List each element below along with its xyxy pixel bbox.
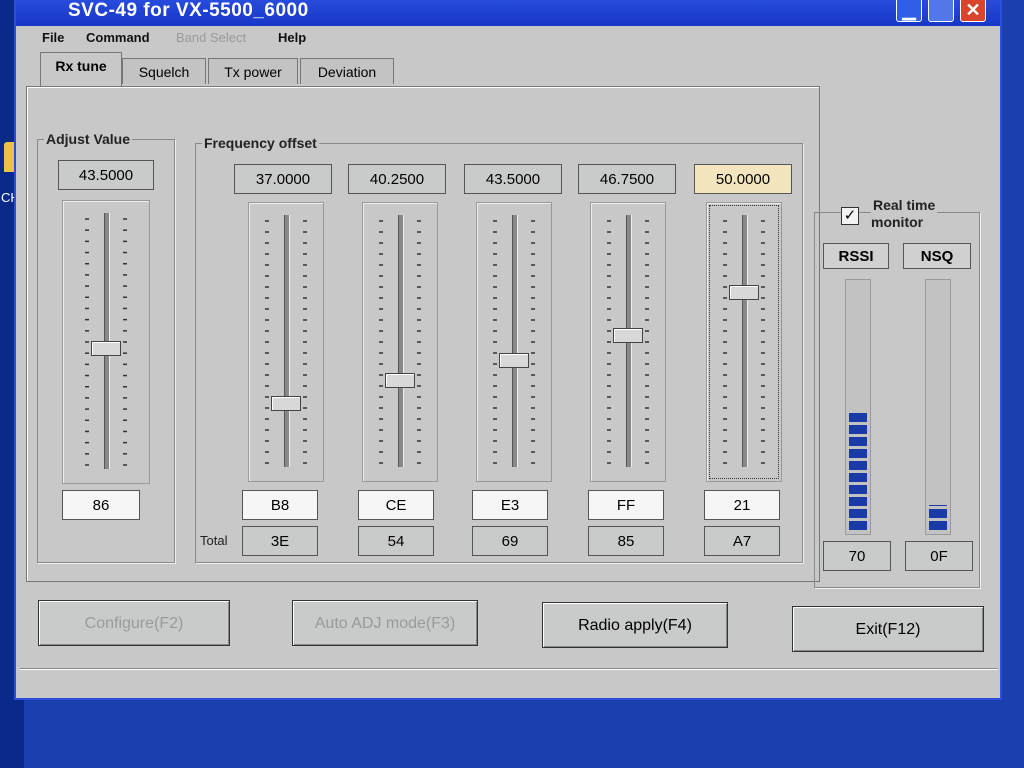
realtime-monitor-label-line2: monitor	[871, 214, 924, 230]
channel-4-total: 85	[588, 526, 664, 556]
slider-thumb[interactable]	[613, 327, 643, 343]
slider-track	[398, 215, 404, 467]
channel-1-frequency: 37.0000	[234, 164, 332, 194]
slider-ticks-left	[493, 220, 497, 464]
menu-command[interactable]: Command	[86, 30, 150, 45]
adjust-value-group: Adjust Value 43.5000 86	[37, 131, 175, 563]
slider-ticks-left	[85, 218, 89, 466]
channel-5-frequency: 50.0000	[694, 164, 792, 194]
channel-2-total: 54	[358, 526, 434, 556]
window-title: SVC-49 for VX-5500_6000	[68, 0, 309, 21]
slider-ticks-right	[761, 220, 765, 464]
slider-ticks-left	[723, 220, 727, 464]
slider-thumb[interactable]	[499, 353, 529, 369]
slider-ticks-right	[531, 220, 535, 464]
channel-1-total: 3E	[242, 526, 318, 556]
channel-4-hex: FF	[588, 490, 664, 520]
tab-rx-tune[interactable]: Rx tune	[40, 52, 122, 86]
tab-squelch[interactable]: Squelch	[122, 58, 206, 84]
channel-3-frequency: 43.5000	[464, 164, 562, 194]
status-bar	[20, 668, 998, 695]
rssi-meter-fill	[849, 412, 867, 530]
adjust-value-title: Adjust Value	[44, 131, 133, 147]
exit-button[interactable]: Exit(F12)	[792, 606, 984, 652]
adjust-value-display: 43.5000	[58, 160, 154, 190]
frequency-offset-group: Frequency offset 37.0000 40.2500 43.5000…	[195, 135, 803, 563]
menu-help[interactable]: Help	[278, 30, 306, 45]
maximize-button	[928, 0, 954, 22]
tab-tx-power[interactable]: Tx power	[208, 58, 298, 84]
configure-button: Configure(F2)	[38, 600, 230, 646]
channel-5-hex: 21	[704, 490, 780, 520]
slider-ticks-left	[607, 220, 611, 464]
rssi-meter	[845, 279, 871, 535]
channel-4-slider[interactable]	[590, 202, 666, 482]
slider-ticks-right	[303, 220, 307, 464]
app-window: SVC-49 for VX-5500_6000 ▁ ✕ File Command…	[14, 0, 1002, 700]
frequency-offset-title: Frequency offset	[202, 135, 319, 151]
channel-1-hex: B8	[242, 490, 318, 520]
nsq-label: NSQ	[903, 243, 971, 269]
channel-3-slider[interactable]	[476, 202, 552, 482]
slider-track	[512, 215, 518, 467]
auto-adj-mode-button: Auto ADJ mode(F3)	[292, 600, 478, 646]
channel-2-slider[interactable]	[362, 202, 438, 482]
close-button[interactable]: ✕	[960, 0, 986, 22]
channel-5-total: A7	[704, 526, 780, 556]
channel-3-total: 69	[472, 526, 548, 556]
menu-file[interactable]: File	[42, 30, 64, 45]
adjust-value-hex: 86	[62, 490, 140, 520]
slider-ticks-right	[123, 218, 127, 466]
realtime-monitor-checkbox[interactable]: ✓	[841, 207, 859, 225]
slider-thumb[interactable]	[729, 285, 759, 301]
rx-tune-panel: Adjust Value 43.5000 86 Frequency offset…	[26, 86, 820, 582]
channel-2-hex: CE	[358, 490, 434, 520]
nsq-meter-fill	[929, 505, 947, 530]
nsq-value: 0F	[905, 541, 973, 571]
channel-2-frequency: 40.2500	[348, 164, 446, 194]
slider-ticks-left	[265, 220, 269, 464]
slider-track	[742, 215, 748, 467]
slider-ticks-right	[417, 220, 421, 464]
radio-apply-button[interactable]: Radio apply(F4)	[542, 602, 728, 648]
channel-3-hex: E3	[472, 490, 548, 520]
realtime-monitor-group: ✓ Real time monitor RSSI NSQ 70 0F	[814, 197, 980, 588]
title-bar[interactable]: SVC-49 for VX-5500_6000 ▁ ✕	[16, 0, 1000, 26]
slider-thumb[interactable]	[385, 373, 415, 389]
channel-4-frequency: 46.7500	[578, 164, 676, 194]
tab-deviation[interactable]: Deviation	[300, 58, 394, 84]
adjust-value-slider[interactable]	[62, 200, 150, 484]
channel-1-slider[interactable]	[248, 202, 324, 482]
channel-5-slider[interactable]	[706, 202, 782, 482]
slider-track	[284, 215, 290, 467]
slider-thumb[interactable]	[271, 396, 301, 411]
rssi-value: 70	[823, 541, 891, 571]
slider-thumb[interactable]	[91, 340, 121, 356]
slider-ticks-left	[379, 220, 383, 464]
realtime-monitor-label-line1: Real time	[871, 197, 938, 214]
rssi-label: RSSI	[823, 243, 889, 269]
total-label: Total	[200, 533, 228, 548]
menu-band-select: Band Select	[176, 30, 247, 45]
slider-ticks-right	[645, 220, 649, 464]
minimize-button[interactable]: ▁	[896, 0, 922, 22]
nsq-meter	[925, 279, 951, 535]
